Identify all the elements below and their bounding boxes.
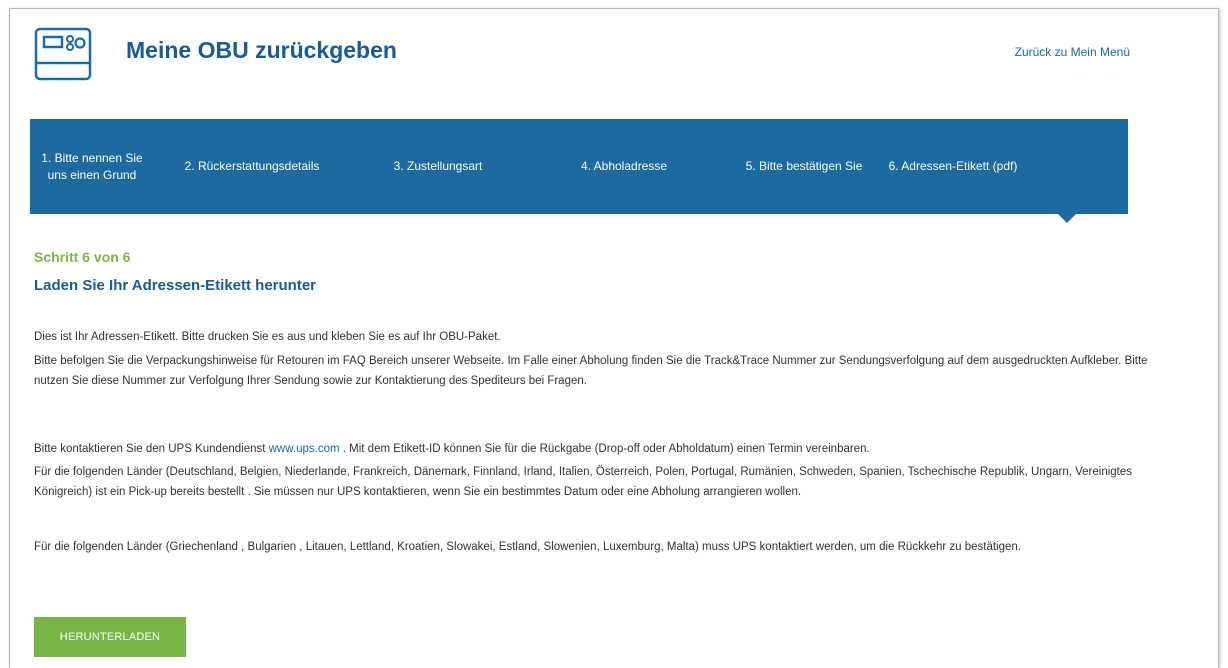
- paragraph-intro: Dies ist Ihr Adressen-Etikett. Bitte dru…: [34, 331, 501, 343]
- step-counter: Schritt 6 von 6: [34, 249, 131, 265]
- page-header: Meine OBU zurückgeben Zurück zu Mein Men…: [10, 9, 1218, 119]
- page-frame: Meine OBU zurückgeben Zurück zu Mein Men…: [9, 8, 1219, 668]
- ups-website-link[interactable]: www.ups.com: [269, 443, 340, 455]
- progress-stepper: 1. Bitte nennen Sie uns einen Grund 2. R…: [30, 119, 1128, 223]
- step-6-address-label: 6. Adressen-Etikett (pdf): [888, 159, 1018, 173]
- ups-contact-text-after: . Mit dem Etikett-ID können Sie für die …: [339, 443, 870, 455]
- main-content: Schritt 6 von 6 Laden Sie Ihr Adressen-E…: [34, 249, 1194, 553]
- obu-device-icon: [34, 27, 92, 81]
- ups-contact-text-before: Bitte kontaktieren Sie den UPS Kundendie…: [34, 443, 269, 455]
- section-heading: Laden Sie Ihr Adressen-Etikett herunter: [34, 277, 317, 294]
- step-1-reason: 1. Bitte nennen Sie uns einen Grund: [41, 150, 143, 182]
- active-step-indicator: [1058, 214, 1076, 223]
- paragraph-ups-contact: Bitte kontaktieren Sie den UPS Kundendie…: [34, 439, 870, 459]
- paragraph-contact-countries: Für die folgenden Länder (Griechenland ,…: [34, 541, 1021, 553]
- page-title: Meine OBU zurückgeben: [126, 37, 397, 63]
- paragraph-pickup-countries: Für die folgenden Länder (Deutschland, B…: [34, 466, 1133, 498]
- step-3-delivery-type: 3. Zustellungsart: [393, 159, 483, 173]
- step-2-refund-details: 2. Rückerstattungsdetails: [184, 159, 320, 173]
- step-4-pickup-address: 4. Abholadresse: [580, 159, 668, 173]
- step-5-confirm: 5. Bitte bestätigen Sie: [745, 159, 863, 173]
- back-to-menu-link[interactable]: Zurück zu Mein Menü: [1015, 45, 1130, 59]
- paragraph-packaging: Bitte befolgen Sie die Verpackungshinwei…: [34, 355, 1148, 387]
- download-button[interactable]: HERUNTERLADEN: [34, 617, 186, 657]
